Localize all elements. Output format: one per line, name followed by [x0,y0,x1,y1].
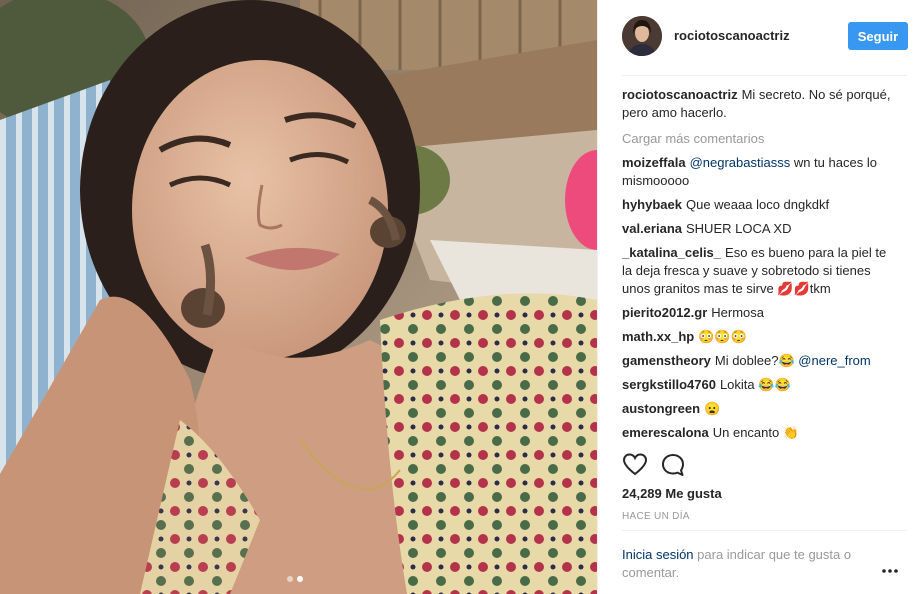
carousel-dot[interactable] [287,576,293,582]
comment-text: Hermosa [711,305,765,320]
avatar[interactable] [622,16,662,56]
comment-item: _katalina_celis_ Eso es bueno para la pie… [622,244,898,298]
comment-text: Un encanto 👏 [712,425,800,440]
comment-container: moizeffala @negrabastiasss wn tu haces lo… [622,154,898,442]
comment-item: austongreen 😦 [622,400,898,418]
like-count[interactable]: 24,289 Me gusta [622,486,722,501]
comment-item: math.xx_hp 😳😳😳 [622,328,898,346]
comment-mention[interactable]: @negrabastiasss [690,155,791,170]
post-header: rociotoscanoactriz Seguir [598,0,915,75]
comment-text: Que weaaa loco dngkdkf [685,197,830,212]
comment-item: gamenstheory Mi doblee?😂 @nere_from [622,352,898,370]
comment-username[interactable]: math.xx_hp [622,329,694,344]
comment-text: 😦 [704,401,721,416]
comment-item: emerescalona Un encanto 👏 [622,424,898,442]
avatar-image [622,16,662,56]
post-side-panel: rociotoscanoactriz Seguir rociotoscanoac… [597,0,915,594]
comment-username[interactable]: gamenstheory [622,353,711,368]
comment-text: 😳😳😳 [698,329,747,344]
comment-item: pierito2012.gr Hermosa [622,304,898,322]
header-divider [622,75,907,76]
comment-text: Lokita 😂😂 [719,377,791,392]
caption: rociotoscanoactriz Mi secreto. No sé porq… [622,86,898,122]
comment-item: val.eriana SHUER LOCA XD [622,220,898,238]
post-photo[interactable] [0,0,597,594]
comment-username[interactable]: austongreen [622,401,700,416]
comment-username[interactable]: _katalina_celis_ [622,245,721,260]
load-more-comments-link[interactable]: Cargar más comentarios [622,130,898,148]
comment-username[interactable]: pierito2012.gr [622,305,707,320]
follow-button[interactable]: Seguir [848,22,908,50]
comment-item: hyhybaek Que weaaa loco dngkdkf [622,196,898,214]
ellipsis-icon[interactable] [880,566,900,576]
comment-username[interactable]: emerescalona [622,425,709,440]
header-username[interactable]: rociotoscanoactriz [674,28,790,43]
action-bar [622,450,902,480]
carousel-indicator[interactable] [287,576,303,582]
comment-username[interactable]: moizeffala [622,155,686,170]
photo-scene [0,0,597,594]
comment-text: SHUER LOCA XD [686,221,792,236]
comment-username[interactable]: val.eriana [622,221,682,236]
comments-list[interactable]: rociotoscanoactriz Mi secreto. No sé porq… [622,86,898,442]
comment-bubble-icon[interactable] [660,452,686,478]
comment-text: Mi doblee?😂 [714,353,799,368]
login-link[interactable]: Inicia sesión [622,547,694,562]
comment-item: moizeffala @negrabastiasss wn tu haces lo… [622,154,898,190]
footer-divider [622,530,907,531]
post-timestamp: HACE UN DÍA [622,511,690,522]
carousel-dot-active[interactable] [297,576,303,582]
comment-username[interactable]: sergkstillo4760 [622,377,716,392]
login-prompt: Inicia sesión para indicar que te gusta … [622,546,882,582]
comment-item: sergkstillo4760 Lokita 😂😂 [622,376,898,394]
instagram-post: rociotoscanoactriz Seguir rociotoscanoac… [0,0,915,594]
heart-icon[interactable] [622,452,648,478]
caption-username[interactable]: rociotoscanoactriz [622,87,738,102]
comment-mention[interactable]: @nere_from [798,353,870,368]
comment-username[interactable]: hyhybaek [622,197,682,212]
